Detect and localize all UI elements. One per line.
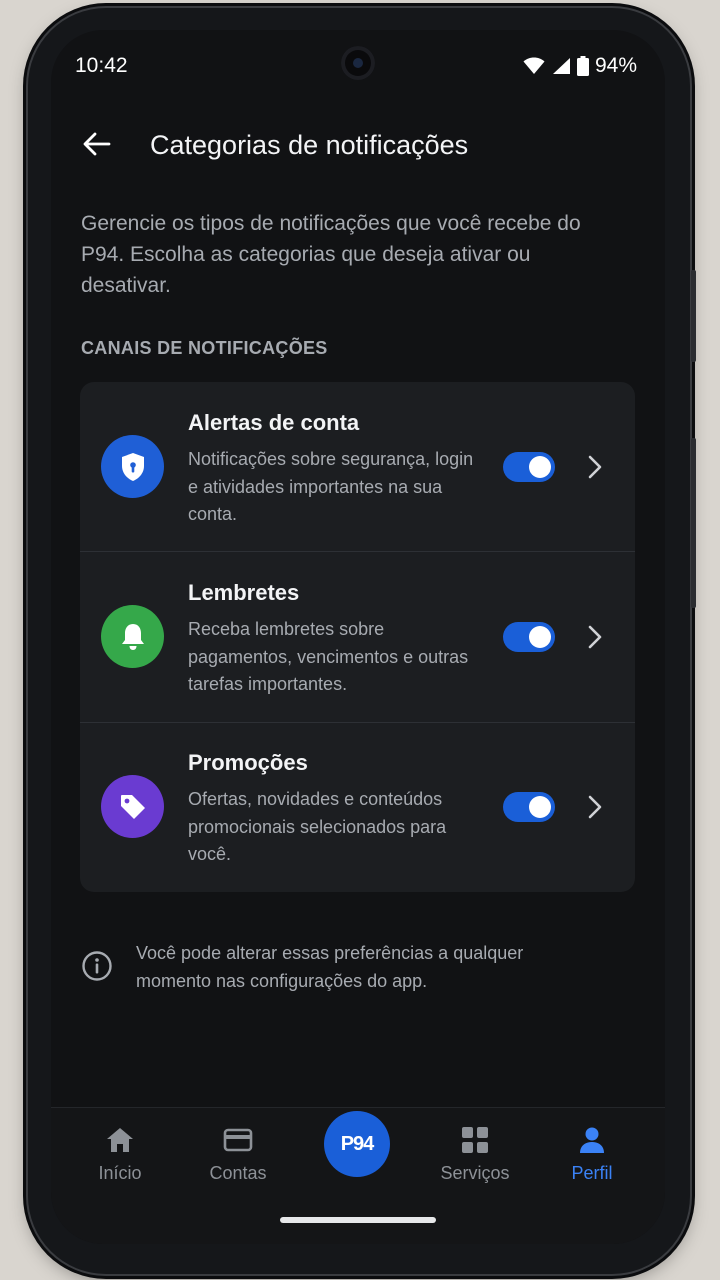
- battery-level: 94%: [594, 54, 637, 77]
- reminders-toggle[interactable]: [503, 622, 555, 652]
- nav-item-accounts[interactable]: Contas: [183, 1108, 293, 1198]
- nav-label: Serviços: [440, 1163, 510, 1183]
- nav-item-services[interactable]: Serviços: [420, 1108, 530, 1198]
- battery-icon: [576, 56, 589, 76]
- fab-label: P94: [340, 1132, 375, 1155]
- chevron-right-icon[interactable]: [585, 794, 605, 820]
- status-time: 10:42: [75, 54, 128, 77]
- categories-card: Alertas de conta Notificações sobre segu…: [80, 382, 635, 892]
- app-header: Categorias de notificações: [51, 110, 665, 180]
- category-title: Promoções: [188, 750, 308, 775]
- power-button: [691, 438, 696, 608]
- front-camera: [341, 46, 375, 80]
- person-icon: [580, 1127, 604, 1153]
- chevron-right-icon[interactable]: [585, 454, 605, 480]
- category-description: Receba lembretes sobre pagamentos, venci…: [188, 619, 469, 694]
- page-title: Categorias de notificações: [150, 130, 469, 160]
- category-title: Alertas de conta: [188, 410, 360, 435]
- chevron-right-icon[interactable]: [585, 624, 605, 650]
- status-icons: 94%: [523, 54, 637, 78]
- bottom-nav: Início Contas P94 Serviços Perfil: [51, 1107, 665, 1244]
- home-indicator[interactable]: [280, 1217, 436, 1223]
- category-description: Ofertas, novidades e conteúdos promocion…: [188, 789, 447, 864]
- tag-icon: [101, 775, 164, 838]
- info-text: Você pode alterar essas preferências a q…: [136, 943, 524, 991]
- account-alerts-toggle[interactable]: [503, 452, 555, 482]
- status-bar: 10:42 94%: [51, 30, 665, 100]
- category-row-reminders[interactable]: Lembretes Receba lembretes sobre pagamen…: [80, 552, 635, 722]
- screen: 10:42 94% Categorias de notificações Ger…: [51, 30, 665, 1244]
- toggle-knob: [529, 796, 551, 818]
- back-arrow-icon[interactable]: [79, 126, 115, 162]
- p94-home-button[interactable]: P94: [324, 1111, 390, 1177]
- promotions-toggle[interactable]: [503, 792, 555, 822]
- section-title: CANAIS DE NOTIFICAÇÕES: [81, 338, 328, 358]
- intro-text: Gerencie os tipos de notificações que vo…: [81, 212, 581, 297]
- category-row-account-alerts[interactable]: Alertas de conta Notificações sobre segu…: [80, 382, 635, 552]
- shield-icon: [101, 435, 164, 498]
- category-description: Notificações sobre segurança, login e at…: [188, 449, 474, 524]
- toggle-knob: [529, 456, 551, 478]
- bell-icon: [101, 605, 164, 668]
- info-icon: [82, 951, 112, 981]
- category-title: Lembretes: [188, 580, 300, 605]
- nav-label: Perfil: [571, 1163, 613, 1183]
- nav-item-profile[interactable]: Perfil: [537, 1108, 647, 1198]
- toggle-knob: [529, 626, 551, 648]
- nav-label: Contas: [209, 1163, 267, 1183]
- signal-icon: [552, 58, 570, 74]
- nav-item-home[interactable]: Início: [65, 1108, 175, 1198]
- nav-label: Início: [98, 1163, 142, 1183]
- category-row-promotions[interactable]: Promoções Ofertas, novidades e conteúdos…: [80, 722, 635, 892]
- card-icon: [223, 1128, 253, 1152]
- volume-button: [691, 270, 696, 362]
- grid-icon: [462, 1127, 488, 1153]
- wifi-icon: [523, 57, 545, 74]
- home-icon: [107, 1128, 133, 1152]
